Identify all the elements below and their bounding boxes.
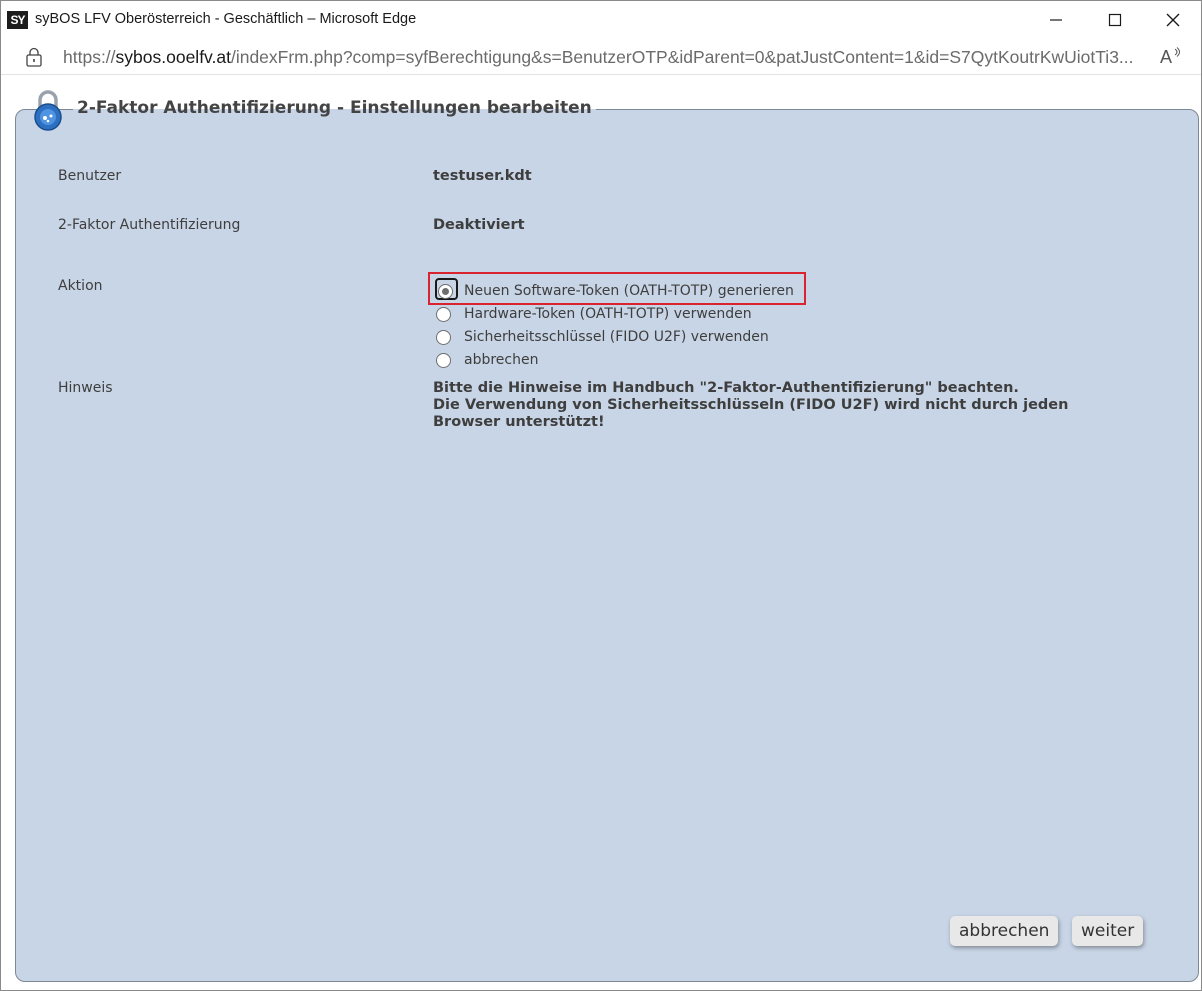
lock-badge-icon: [34, 90, 62, 131]
twofa-label: 2-Faktor Authentifizierung: [58, 217, 241, 233]
page-content: 2-Faktor Authentifizierung - Einstellung…: [1, 76, 1201, 990]
maximize-icon: [1108, 13, 1122, 27]
address-bar[interactable]: https://sybos.ooelfv.at/indexFrm.php?com…: [1, 39, 1201, 75]
maximize-button[interactable]: [1086, 1, 1144, 39]
radio-button[interactable]: [436, 352, 451, 368]
url-path: /indexFrm.php?comp=syfBerechtigung&s=Ben…: [230, 47, 1134, 67]
radio-label: Hardware-Token (OATH-TOTP) verwenden: [464, 306, 752, 322]
radio-button[interactable]: [436, 306, 451, 322]
user-value: testuser.kdt: [433, 168, 532, 184]
user-label: Benutzer: [58, 168, 122, 184]
read-aloud-glyph: A: [1160, 47, 1173, 67]
hint-line: Browser unterstützt!: [433, 414, 605, 430]
minimize-button[interactable]: [1027, 1, 1085, 39]
panel-title: 2-Faktor Authentifizierung - Einstellung…: [73, 98, 596, 118]
next-button[interactable]: weiter: [1072, 916, 1144, 946]
close-icon: [1166, 13, 1180, 27]
hint-label: Hinweis: [58, 380, 113, 396]
action-label: Aktion: [58, 278, 103, 294]
radio-option-hardware-token[interactable]: Hardware-Token (OATH-TOTP) verwenden: [436, 304, 752, 324]
minimize-icon: [1050, 19, 1062, 21]
window-title: syBOS LFV Oberösterreich - Geschäftlich …: [35, 11, 417, 27]
radio-option-security-key[interactable]: Sicherheitsschlüssel (FIDO U2F) verwende…: [436, 327, 769, 347]
read-aloud-icon[interactable]: A: [1160, 47, 1184, 67]
hint-line: Die Verwendung von Sicherheitsschlüsseln…: [433, 397, 1069, 413]
lock-icon[interactable]: [25, 47, 43, 67]
browser-window: SY syBOS LFV Oberösterreich - Geschäftli…: [0, 0, 1202, 991]
radio-label: abbrechen: [464, 352, 539, 368]
url-prefix: https://: [63, 47, 116, 67]
radio-label: Sicherheitsschlüssel (FIDO U2F) verwende…: [464, 329, 769, 345]
twofa-status-value: Deaktiviert: [433, 217, 525, 233]
radio-label: Neuen Software-Token (OATH-TOTP) generie…: [464, 283, 794, 299]
app-logo-icon: SY: [7, 11, 28, 29]
title-bar: SY syBOS LFV Oberösterreich - Geschäftli…: [1, 1, 1201, 39]
url-host: sybos.ooelfv.at: [115, 47, 231, 67]
hint-text: Bitte die Hinweise im Handbuch "2-Faktor…: [433, 380, 1068, 431]
settings-panel: [15, 109, 1199, 982]
close-button[interactable]: [1144, 1, 1202, 39]
url-text[interactable]: https://sybos.ooelfv.at/indexFrm.php?com…: [63, 47, 1143, 68]
radio-option-software-token[interactable]: Neuen Software-Token (OATH-TOTP) generie…: [438, 281, 794, 301]
radio-button[interactable]: [436, 329, 451, 345]
hint-line: Bitte die Hinweise im Handbuch "2-Faktor…: [433, 380, 1019, 396]
cancel-button[interactable]: abbrechen: [950, 916, 1059, 946]
radio-option-cancel[interactable]: abbrechen: [436, 350, 539, 370]
radio-button[interactable]: [438, 283, 453, 299]
